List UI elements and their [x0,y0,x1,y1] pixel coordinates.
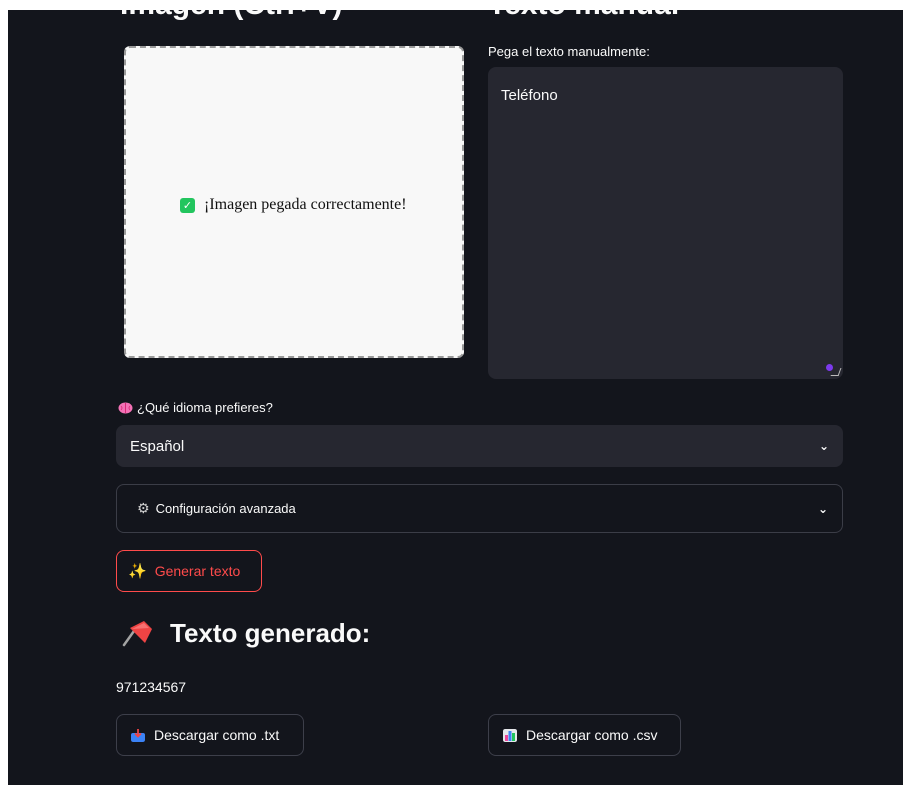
generate-text-button[interactable]: ✨ Generar texto [116,550,262,592]
gear-icon: ⚙ [137,500,150,517]
download-txt-label: Descargar como .txt [154,727,280,743]
language-selected-value: Español [130,437,185,455]
image-column-title: Imagen (Ctrl+V) [120,10,343,22]
pushpin-icon [122,620,152,646]
brain-icon [118,402,133,413]
resize-handle-icon[interactable] [830,368,842,376]
manual-column-title: Texto manual [488,10,679,22]
image-paste-area[interactable]: ✓ ¡Imagen pegada correctamente! [124,46,464,358]
chevron-down-icon: ⌄ [817,501,828,516]
manual-text-label: Pega el texto manualmente: [488,44,650,59]
language-label-text: ¿Qué idioma prefieres? [137,400,273,415]
advanced-settings-label: Configuración avanzada [155,501,296,516]
paste-success-message: ✓ ¡Imagen pegada correctamente! [180,196,407,214]
language-select[interactable]: Español ⌄ [116,425,843,467]
generate-button-label: Generar texto [154,563,241,579]
download-csv-label: Descargar como .csv [526,727,658,743]
chevron-down-icon: ⌄ [818,439,829,453]
check-icon: ✓ [180,197,195,213]
manual-text-value: Teléfono [501,87,558,104]
bar-chart-icon [503,728,517,742]
generated-text-heading: Texto generado: [120,618,370,649]
download-csv-button[interactable]: Descargar como .csv [488,714,681,756]
download-txt-button[interactable]: Descargar como .txt [116,714,304,756]
paste-success-text: ¡Imagen pegada correctamente! [204,196,407,213]
sparkles-icon: ✨ [128,562,147,580]
inbox-tray-icon [131,728,145,742]
language-label: ¿Qué idioma prefieres? [118,400,273,415]
app-container: Imagen (Ctrl+V) Texto manual ✓ ¡Imagen p… [8,10,903,785]
generated-text-title: Texto generado: [170,618,371,648]
manual-text-area[interactable]: Teléfono [488,67,843,379]
advanced-settings-expander[interactable]: ⚙ Configuración avanzada ⌄ [116,484,843,533]
generated-text-value: 971234567 [116,679,187,695]
